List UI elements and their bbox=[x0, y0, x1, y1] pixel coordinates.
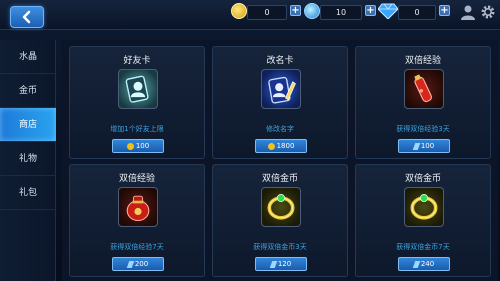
item-price: 100 bbox=[420, 142, 435, 150]
item-title: 改名卡 bbox=[266, 56, 294, 66]
green-ring-icon bbox=[261, 187, 301, 227]
gold-counter: 0 bbox=[247, 5, 287, 20]
friend-card-icon bbox=[118, 69, 158, 109]
buy-button[interactable]: 200 bbox=[112, 257, 164, 271]
shop-item-card[interactable]: 双倍金币 获得双倍金币7天 240 bbox=[355, 164, 491, 277]
add-diamond-button[interactable]: + bbox=[439, 5, 450, 16]
item-price: 240 bbox=[420, 260, 435, 268]
item-price: 1800 bbox=[276, 142, 295, 150]
item-description: 增加1个好友上限 bbox=[110, 125, 164, 133]
add-gold-button[interactable]: + bbox=[290, 5, 301, 16]
item-price: 200 bbox=[134, 260, 149, 268]
top-bar: 0 + 10 + 0 + bbox=[0, 0, 500, 30]
diamond-value: 0 bbox=[414, 8, 420, 17]
diamond-icon bbox=[377, 3, 399, 20]
item-title: 双倍经验 bbox=[404, 56, 441, 66]
item-description: 获得双倍金币3天 bbox=[253, 243, 307, 251]
buy-button[interactable]: 120 bbox=[255, 257, 307, 271]
buy-button[interactable]: 100 bbox=[398, 139, 450, 153]
item-price: 120 bbox=[277, 260, 292, 268]
gem-icon bbox=[126, 260, 135, 268]
item-description: 获得双倍经验3天 bbox=[396, 125, 450, 133]
item-description: 获得双倍金币7天 bbox=[396, 243, 450, 251]
red-potion-icon bbox=[404, 69, 444, 109]
gear-icon[interactable] bbox=[480, 4, 496, 20]
item-title: 好友卡 bbox=[123, 56, 151, 66]
item-description: 修改名字 bbox=[266, 125, 294, 133]
blue-orb-icon bbox=[304, 3, 320, 19]
shop-item-card[interactable]: 好友卡 增加1个好友上限 100 bbox=[69, 46, 205, 159]
red-pouch-icon bbox=[118, 187, 158, 227]
orb-value: 10 bbox=[335, 8, 347, 17]
item-price: 100 bbox=[135, 142, 150, 150]
game-screen: 0 + 10 + 0 + 水晶 金币 商店 礼物 礼包 好友卡 增加1个好友上限… bbox=[0, 0, 500, 281]
profile-icon[interactable] bbox=[460, 4, 476, 20]
add-orb-button[interactable]: + bbox=[365, 5, 376, 16]
item-title: 双倍经验 bbox=[118, 174, 155, 184]
sidebar-item-crystal[interactable]: 水晶 bbox=[0, 40, 56, 74]
gem-icon bbox=[269, 260, 278, 268]
sidebar-item-packs[interactable]: 礼包 bbox=[0, 176, 56, 210]
gold-coin-icon bbox=[267, 142, 275, 150]
shop-item-card[interactable]: 双倍金币 获得双倍金币3天 120 bbox=[212, 164, 348, 277]
diamond-counter: 0 bbox=[398, 5, 436, 20]
buy-button[interactable]: 1800 bbox=[255, 139, 307, 153]
buy-button[interactable]: 100 bbox=[112, 139, 164, 153]
item-description: 获得双倍经验7天 bbox=[110, 243, 164, 251]
rename-card-icon bbox=[261, 69, 301, 109]
shop-item-card[interactable]: 双倍经验 获得双倍经验3天 100 bbox=[355, 46, 491, 159]
shop-item-card[interactable]: 双倍经验 获得双倍经验7天 200 bbox=[69, 164, 205, 277]
back-arrow-icon bbox=[22, 10, 31, 24]
gold-coin-icon bbox=[231, 3, 247, 19]
buy-button[interactable]: 240 bbox=[398, 257, 450, 271]
category-sidebar: 水晶 金币 商店 礼物 礼包 bbox=[0, 40, 56, 281]
gold-value: 0 bbox=[264, 8, 270, 17]
gold-coin-icon bbox=[126, 142, 134, 150]
orb-counter: 10 bbox=[320, 5, 362, 20]
gem-icon bbox=[412, 142, 421, 150]
item-title: 双倍金币 bbox=[261, 174, 298, 184]
sidebar-item-shop[interactable]: 商店 bbox=[0, 108, 56, 142]
back-button[interactable] bbox=[10, 6, 44, 28]
sidebar-item-gold[interactable]: 金币 bbox=[0, 74, 56, 108]
shop-item-card[interactable]: 改名卡 修改名字 1800 bbox=[212, 46, 348, 159]
shop-panel: 好友卡 增加1个好友上限 100 改名卡 修改名字 1800 双倍经验 获得双倍… bbox=[62, 40, 498, 281]
sidebar-item-gifts[interactable]: 礼物 bbox=[0, 142, 56, 176]
item-title: 双倍金币 bbox=[404, 174, 441, 184]
gem-icon bbox=[412, 260, 421, 268]
green-ring-icon bbox=[404, 187, 444, 227]
